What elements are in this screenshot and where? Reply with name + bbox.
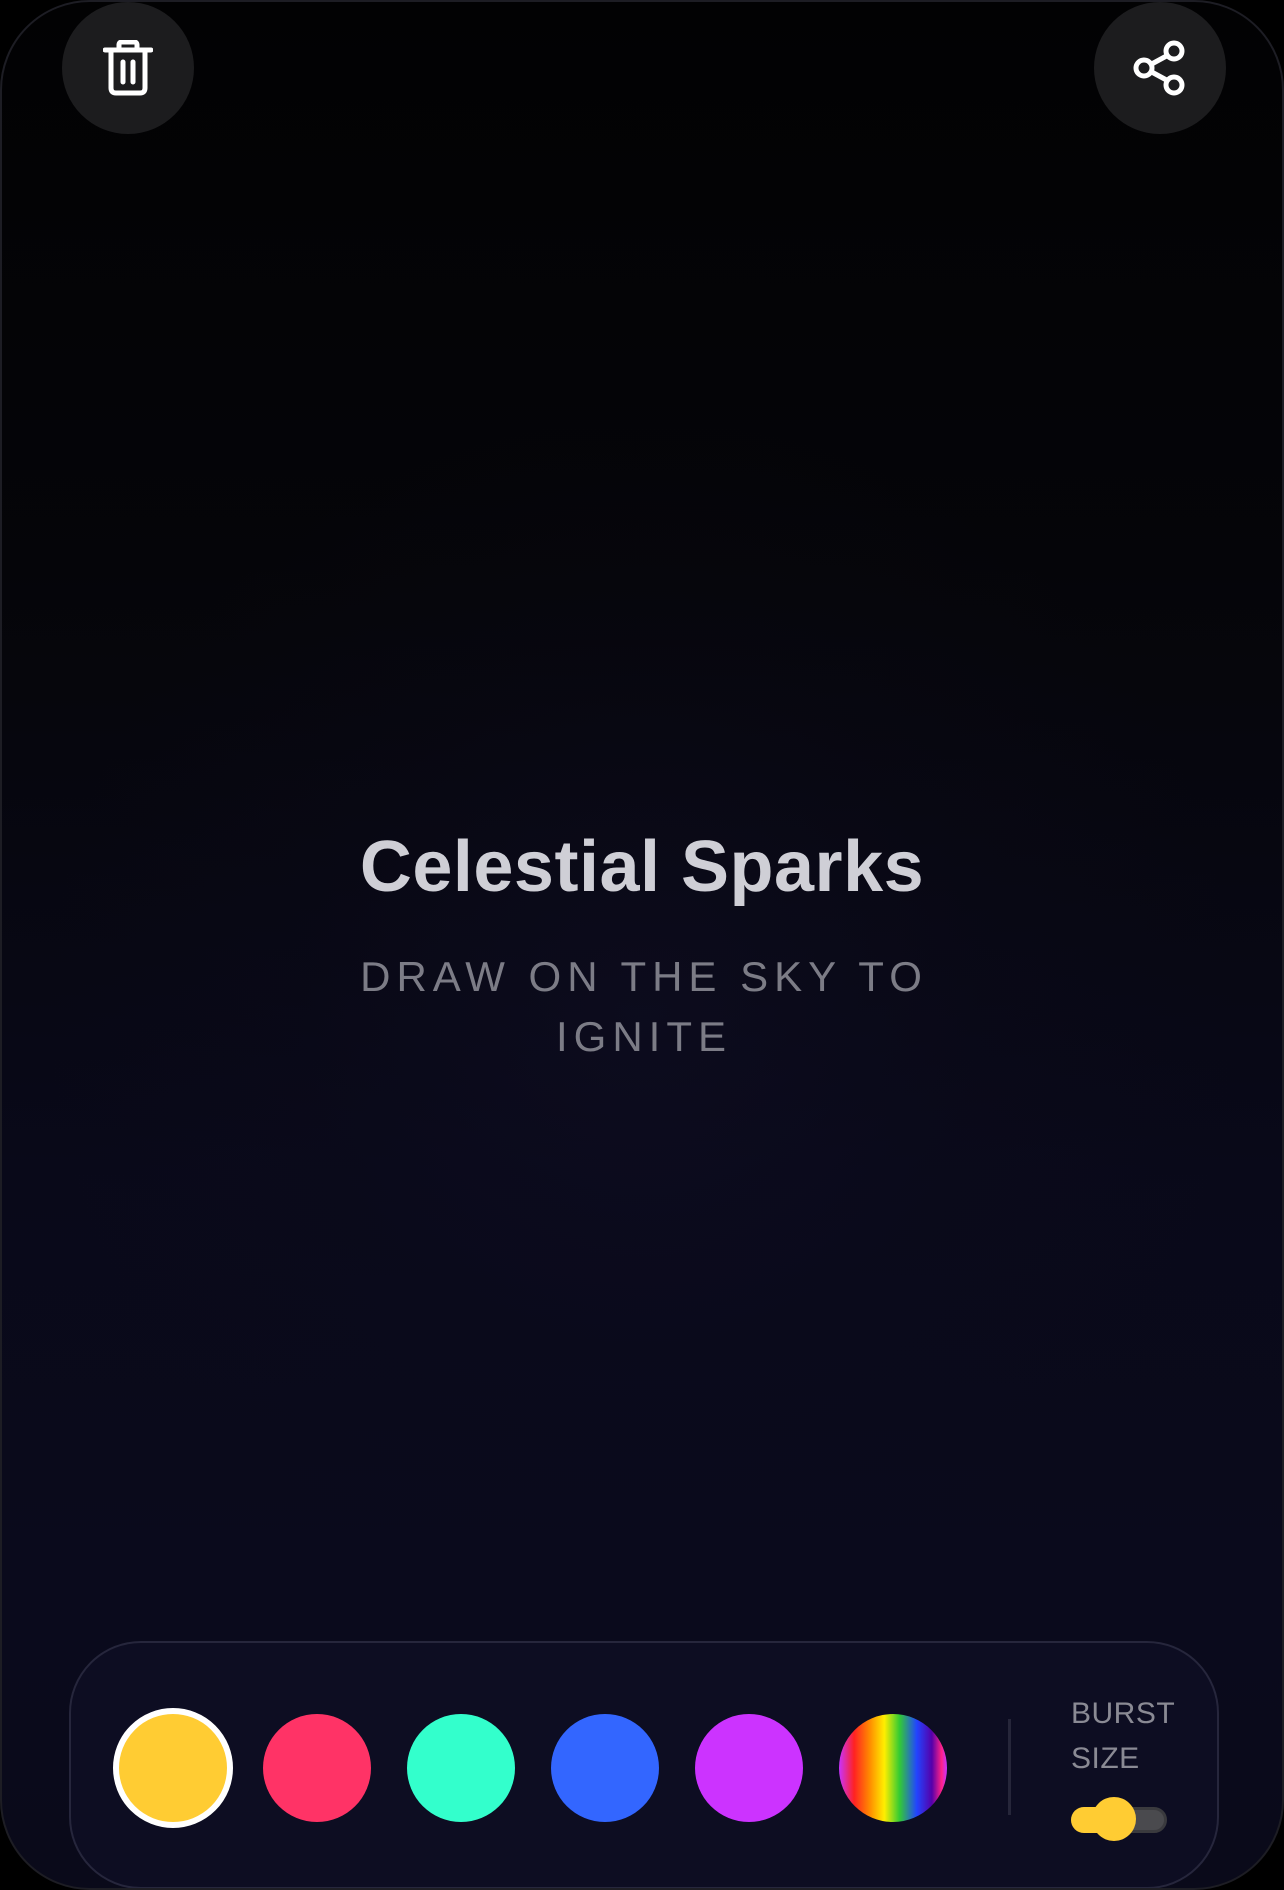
page-subtitle: DRAW ON THE SKY TO IGNITE xyxy=(360,953,928,1060)
color-swatch-teal[interactable] xyxy=(407,1714,515,1822)
color-swatch-red[interactable] xyxy=(263,1714,371,1822)
color-swatch-rainbow[interactable] xyxy=(839,1714,947,1822)
color-swatch-blue[interactable] xyxy=(551,1714,659,1822)
trash-icon xyxy=(103,40,153,96)
page-title: Celestial Sparks xyxy=(359,827,925,907)
toolbar-divider xyxy=(1008,1719,1011,1815)
slider-thumb[interactable] xyxy=(1092,1797,1137,1841)
color-swatch-purple[interactable] xyxy=(695,1714,803,1822)
share-icon xyxy=(1133,40,1185,96)
color-swatch-yellow[interactable] xyxy=(113,1708,233,1828)
burst-size-slider[interactable] xyxy=(1071,1797,1167,1841)
share-button[interactable] xyxy=(1094,2,1226,134)
app-frame: Celestial Sparks DRAW ON THE SKY TO IGNI… xyxy=(0,0,1284,1890)
burst-size-label: BURST SIZE xyxy=(1071,1697,1175,1775)
color-toolbar: BURST SIZE xyxy=(69,1641,1219,1888)
clear-button[interactable] xyxy=(62,2,194,134)
